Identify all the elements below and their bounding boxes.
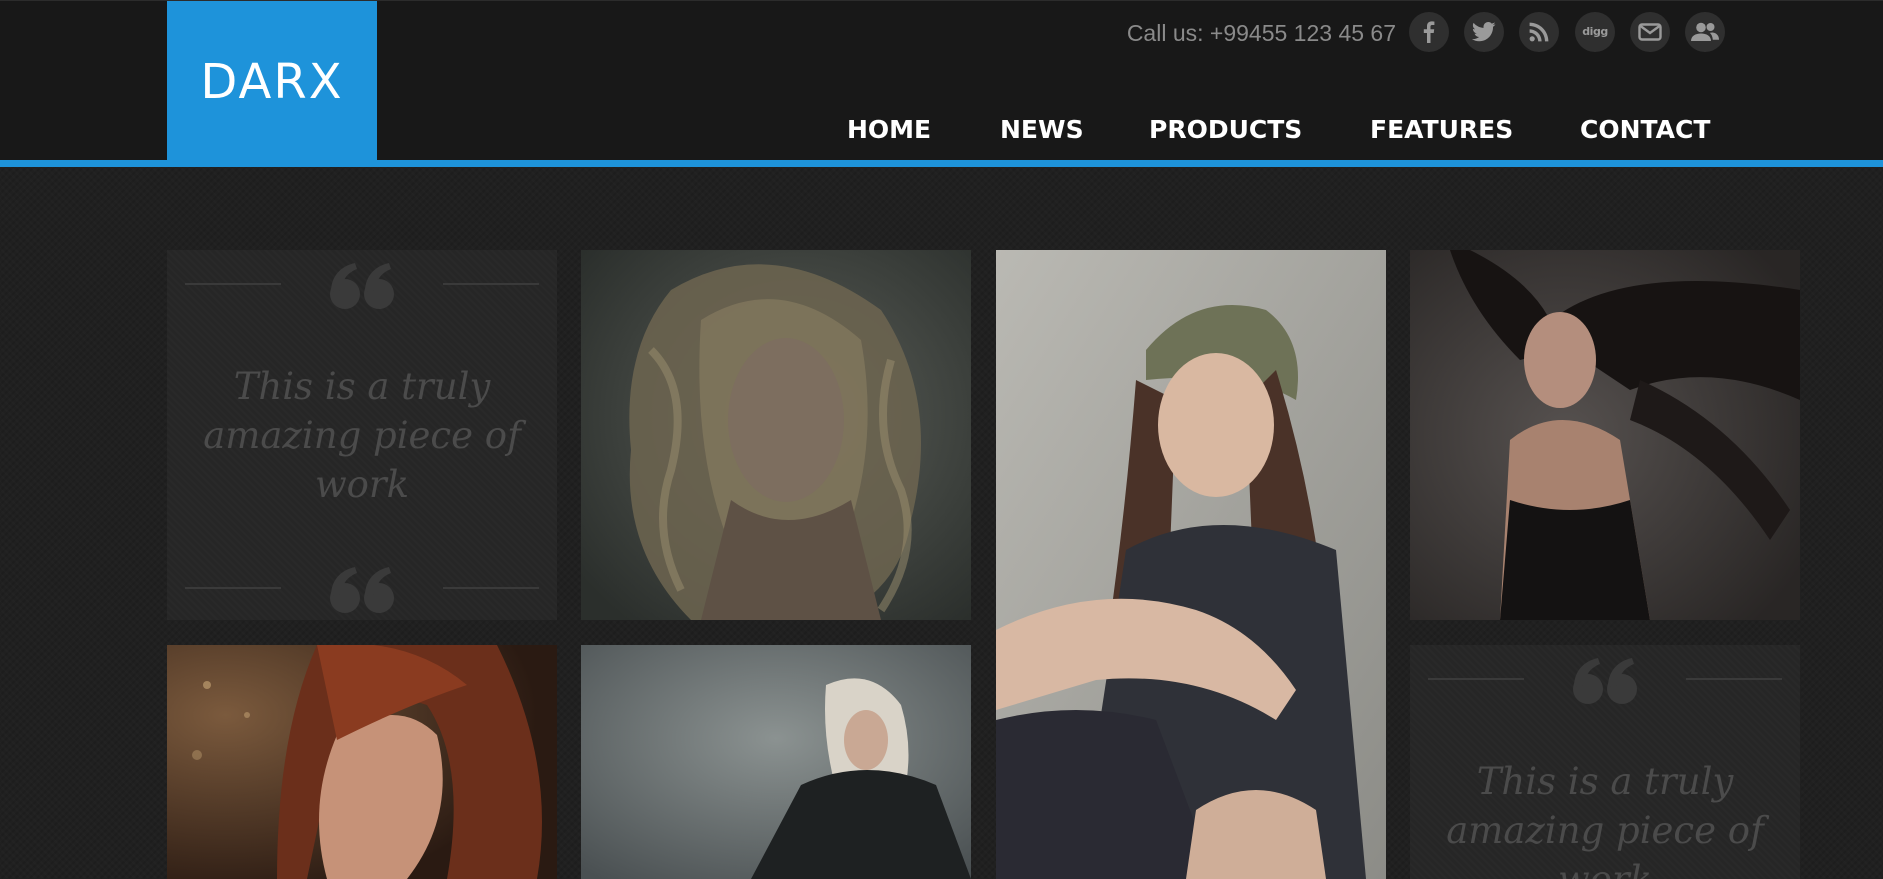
logo-text: DARX bbox=[200, 53, 344, 110]
portrait-curly-hair-photo[interactable] bbox=[581, 250, 971, 620]
rss-icon[interactable] bbox=[1519, 12, 1559, 52]
quote-tile: This is a truly amazing piece of work bbox=[167, 250, 557, 620]
call-us-text: Call us: +99455 123 45 67 bbox=[1126, 20, 1396, 46]
quote-divider bbox=[185, 283, 281, 285]
digg-icon[interactable]: digg bbox=[1575, 12, 1615, 52]
logo[interactable]: DARX bbox=[167, 1, 377, 167]
facebook-icon[interactable] bbox=[1409, 12, 1449, 52]
portrait-green-cap-photo[interactable] bbox=[996, 250, 1386, 879]
quote-divider bbox=[443, 587, 539, 589]
quote-mark-icon bbox=[330, 263, 394, 309]
digg-label: digg bbox=[1582, 24, 1608, 38]
mail-icon[interactable] bbox=[1630, 12, 1670, 52]
portrait-red-hair-photo[interactable] bbox=[167, 645, 557, 879]
quote-text: This is a truly amazing piece of work bbox=[203, 365, 521, 506]
quote-mark-icon bbox=[1573, 658, 1637, 704]
quote-divider bbox=[185, 587, 281, 589]
quote-mark-icon bbox=[330, 567, 394, 613]
nav-item-news[interactable]: NEWS bbox=[1000, 112, 1084, 148]
portrait-blonde-photo[interactable] bbox=[581, 645, 971, 879]
nav-item-products[interactable]: PRODUCTS bbox=[1149, 112, 1302, 148]
quote-tile: This is a truly amazing piece of work bbox=[1410, 645, 1800, 879]
quote-divider bbox=[1428, 678, 1524, 680]
nav-item-home[interactable]: HOME bbox=[847, 112, 931, 148]
nav-item-features[interactable]: FEATURES bbox=[1370, 112, 1513, 148]
quote-text: This is a truly amazing piece of work bbox=[1446, 760, 1764, 879]
nav-item-contact[interactable]: CONTACT bbox=[1580, 112, 1710, 148]
quote-divider bbox=[443, 283, 539, 285]
portrait-flying-hair-photo[interactable] bbox=[1410, 250, 1800, 620]
twitter-icon[interactable] bbox=[1464, 12, 1504, 52]
quote-divider bbox=[1686, 678, 1782, 680]
users-icon[interactable] bbox=[1685, 12, 1725, 52]
